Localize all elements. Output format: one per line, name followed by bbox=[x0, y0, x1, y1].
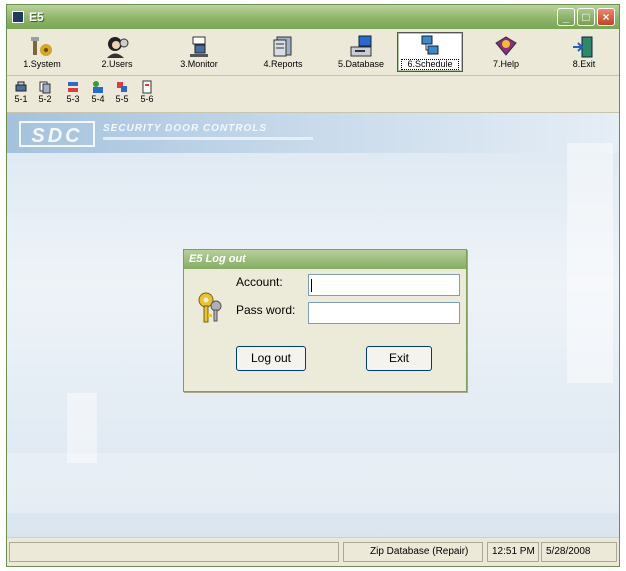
sub-tool-icon bbox=[15, 81, 27, 92]
sub-button-5-5[interactable]: 5-5 bbox=[111, 79, 133, 109]
company-name: SECURITY DOOR CONTROLS bbox=[103, 123, 268, 134]
sub-label-5-4: 5-4 bbox=[91, 94, 105, 104]
banner-tagline-bar bbox=[103, 137, 313, 140]
database-button[interactable]: 5.Database bbox=[330, 32, 392, 72]
users-button[interactable]: 2.Users bbox=[86, 32, 148, 72]
sub-label-5-6: 5-6 bbox=[140, 94, 154, 104]
monitor-label: 3.Monitor bbox=[180, 59, 218, 69]
minimize-button[interactable]: _ bbox=[557, 8, 575, 26]
monitor-icon bbox=[190, 36, 208, 57]
sub-button-5-1[interactable]: 5-1 bbox=[10, 79, 32, 109]
reports-button[interactable]: 4.Reports bbox=[252, 32, 314, 72]
exit-door-icon bbox=[573, 36, 593, 58]
sub-label-5-3: 5-3 bbox=[66, 94, 80, 104]
reports-icon bbox=[273, 36, 292, 57]
text-caret bbox=[311, 279, 312, 292]
logout-button[interactable]: Log out bbox=[236, 346, 306, 371]
dialog-title-bar[interactable]: E5 Log out bbox=[184, 250, 466, 269]
account-label: Account: bbox=[236, 275, 283, 289]
close-button[interactable]: × bbox=[597, 8, 615, 26]
background-decoration bbox=[7, 453, 619, 513]
account-field[interactable] bbox=[308, 274, 460, 296]
database-label: 5.Database bbox=[337, 59, 385, 69]
status-date: 5/28/2008 bbox=[541, 542, 617, 562]
help-button[interactable]: 7.Help bbox=[475, 32, 537, 72]
maximize-button[interactable]: □ bbox=[577, 8, 595, 26]
reports-label: 4.Reports bbox=[263, 59, 303, 69]
system-icon bbox=[31, 37, 52, 56]
sub-button-5-6[interactable]: 5-6 bbox=[136, 79, 158, 109]
exit-button[interactable]: 8.Exit bbox=[553, 32, 615, 72]
schedule-button[interactable]: 6.Schedule bbox=[397, 32, 463, 72]
database-icon bbox=[350, 35, 372, 57]
monitor-button[interactable]: 3.Monitor bbox=[168, 32, 230, 72]
exit-label: 8.Exit bbox=[572, 59, 596, 69]
sub-label-5-2: 5-2 bbox=[38, 94, 52, 104]
sub-button-5-3[interactable]: 5-3 bbox=[62, 79, 84, 109]
schedule-label: 6.Schedule bbox=[401, 59, 459, 70]
system-button[interactable]: 1.System bbox=[11, 32, 73, 72]
status-bar: Zip Database (Repair) 12:51 PM 5/28/2008 bbox=[7, 537, 619, 566]
sub-tool-icon bbox=[39, 81, 51, 94]
sub-button-5-2[interactable]: 5-2 bbox=[34, 79, 56, 109]
users-label: 2.Users bbox=[101, 59, 133, 69]
logout-dialog: E5 Log out Account: Pass word: Log out E… bbox=[183, 249, 467, 392]
help-book-icon bbox=[495, 36, 517, 56]
keys-icon bbox=[198, 292, 222, 323]
sdc-logo: SDC bbox=[19, 121, 95, 147]
title-bar[interactable]: E5 _ □ × bbox=[7, 5, 619, 29]
exit-dialog-button[interactable]: Exit bbox=[366, 346, 432, 371]
status-time: 12:51 PM bbox=[487, 542, 539, 562]
password-field[interactable] bbox=[308, 302, 460, 324]
background-decoration bbox=[567, 143, 613, 383]
schedule-icon bbox=[421, 35, 439, 55]
users-icon bbox=[107, 37, 129, 58]
dialog-title: E5 Log out bbox=[189, 253, 246, 265]
main-toolbar: 1.System 2.Users 3.Monitor 4.Reports 5.D… bbox=[7, 29, 619, 76]
sub-label-5-1: 5-1 bbox=[14, 94, 28, 104]
sub-tool-icon bbox=[117, 82, 127, 92]
sub-tool-icon bbox=[142, 80, 152, 94]
sub-tool-icon bbox=[68, 82, 78, 92]
window-title: E5 bbox=[29, 10, 44, 24]
system-label: 1.System bbox=[23, 59, 61, 69]
app-icon bbox=[12, 11, 24, 23]
password-label: Pass word: bbox=[236, 303, 296, 317]
help-label: 7.Help bbox=[492, 59, 519, 69]
app-window: E5 _ □ × 1.System 2.Users 3.Monitor 4.Re… bbox=[6, 4, 620, 567]
sub-tool-icon bbox=[93, 81, 103, 93]
sub-toolbar: 5-1 5-2 5-3 5-4 5-5 5-6 bbox=[7, 76, 619, 113]
sub-label-5-5: 5-5 bbox=[115, 94, 129, 104]
client-area: SDC SECURITY DOOR CONTROLS E5 Log out Ac… bbox=[7, 113, 619, 538]
sub-button-5-4[interactable]: 5-4 bbox=[87, 79, 109, 109]
status-database: Zip Database (Repair) bbox=[343, 542, 483, 562]
company-banner: SDC SECURITY DOOR CONTROLS bbox=[7, 113, 619, 153]
status-message bbox=[9, 542, 339, 562]
